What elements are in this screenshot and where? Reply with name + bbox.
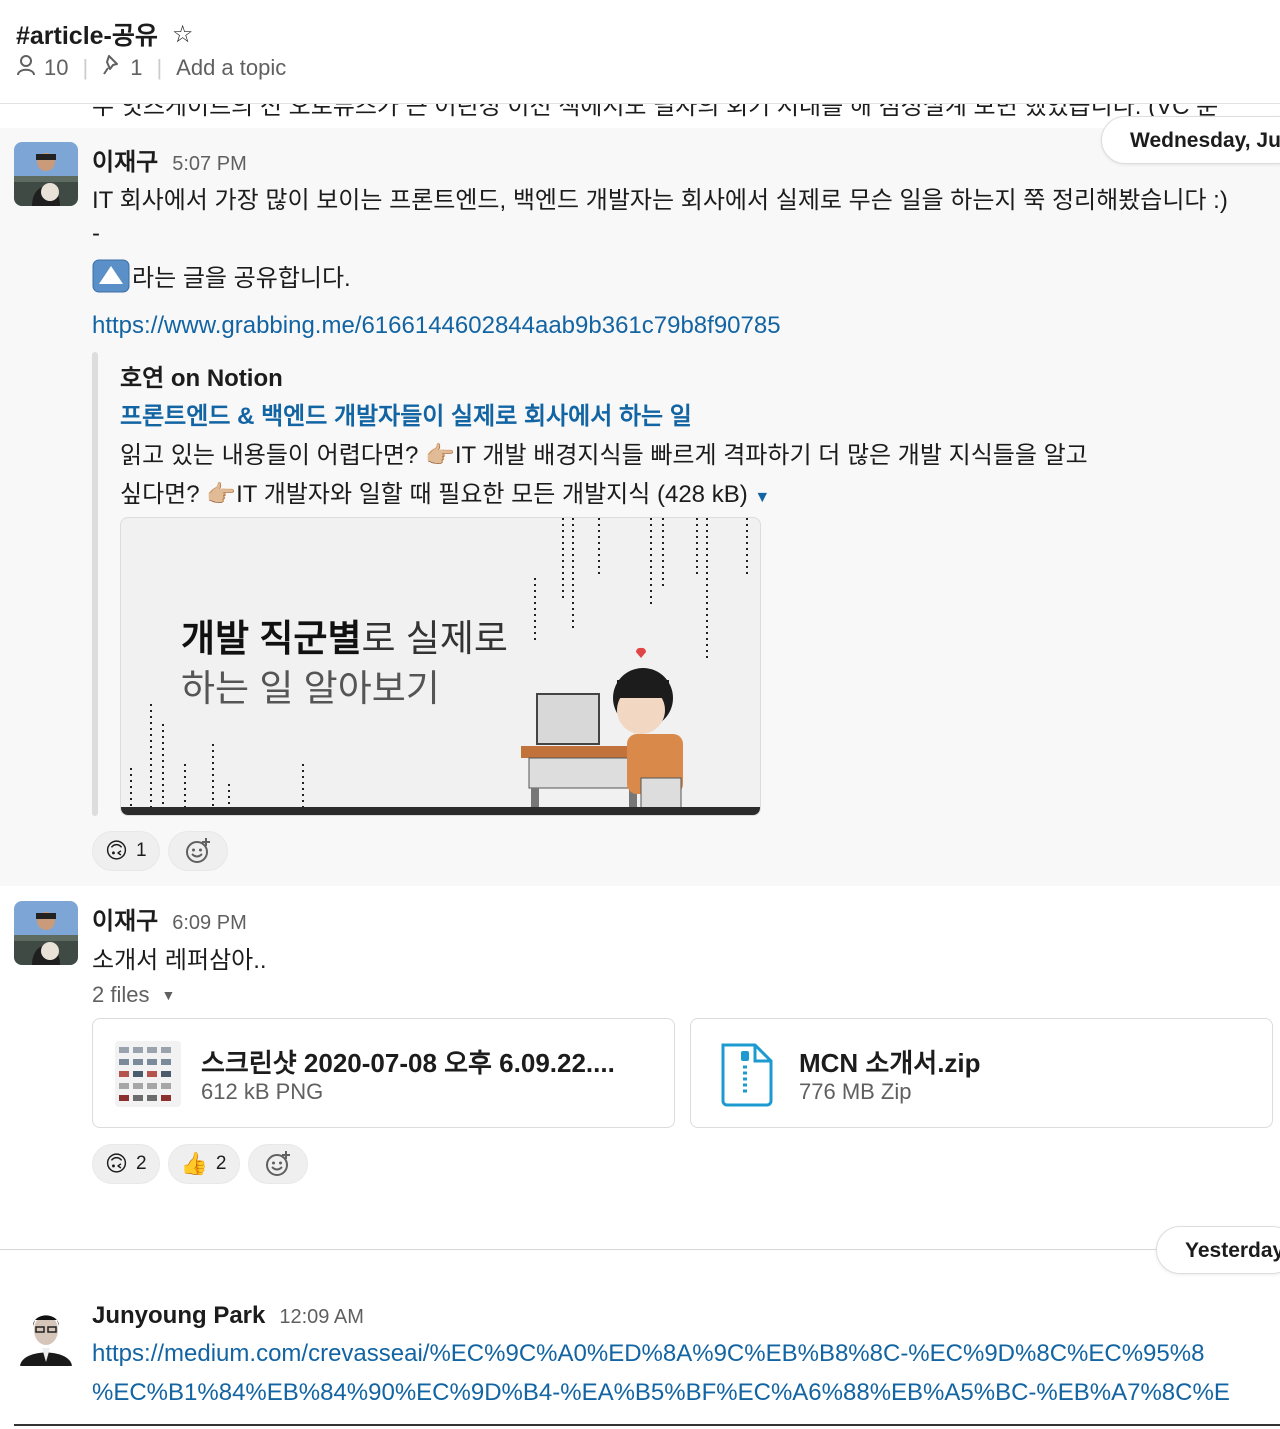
timestamp[interactable]: 6:09 PM [172,912,246,935]
member-icon[interactable] [16,54,36,82]
sender-name[interactable]: 이재구 [92,142,158,177]
preview-heading: 개발 직군별로 실제로 [181,618,508,659]
reaction-pill[interactable]: 👍 2 [167,1144,240,1184]
avatar[interactable] [14,901,78,965]
unfurl-desc-line: 읽고 있는 내용들이 어렵다면? 👉🏼IT 개발 배경지식들 빠르게 격파하기 … [120,442,1088,469]
unfurl-description: 읽고 있는 내용들이 어렵다면? 👉🏼IT 개발 배경지식들 빠르게 격파하기 … [120,436,1160,517]
timestamp[interactable]: 12:09 AM [279,1306,364,1329]
file-meta: 776 MB Zip [799,1079,912,1104]
pin-icon[interactable] [102,54,122,82]
channel-title[interactable]: #article-공유 ☆ [16,16,193,52]
reaction-count: 2 [215,1153,227,1174]
unfurl-desc-row: 싶다면? 👉🏼IT 개발자와 일할 때 필요한 모든 개발지식 (428 kB)… [120,475,1160,517]
message-text: 라는 글을 공유합니다. [132,265,351,292]
unfurl-site-name: 호연 on Notion [120,365,283,392]
unfurl-desc-line: 싶다면? 👉🏼IT 개발자와 일할 때 필요한 모든 개발지식 (428 kB) [120,481,748,508]
caret-down-icon: ▼ [161,987,176,1003]
message-text: - [92,220,100,247]
unfurl-preview-image[interactable]: 개발 직군별로 실제로 하는 일 알아보기 [120,517,761,816]
message-header: Junyoung Park 12:09 AM [92,1302,364,1330]
bottom-border [14,1424,1280,1426]
add-reaction-button[interactable] [167,831,228,871]
avatar[interactable] [14,1302,78,1366]
date-divider-line [0,1249,1280,1250]
zip-file-icon [713,1041,779,1107]
add-emoji-icon [265,1151,290,1176]
add-reaction-button[interactable] [247,1144,308,1184]
add-emoji-icon [185,838,210,863]
message-link[interactable]: %EC%B1%84%EB%84%90%EC%9D%B4-%EA%B5%BF%EC… [92,1379,1230,1407]
file-attachment[interactable]: MCN 소개서.zip 776 MB Zip [690,1018,1273,1128]
sender-name[interactable]: Junyoung Park [92,1302,265,1330]
message-link[interactable]: https://medium.com/crevasseai/%EC%9C%A0%… [92,1340,1204,1368]
upside-down-face-icon: 🙃 [105,1151,128,1176]
upside-down-face-icon: 🙃 [105,838,128,863]
file-meta: 612 kB PNG [201,1079,324,1104]
reaction-count: 1 [135,840,147,861]
channel-header: #article-공유 ☆ 10 | 1 | Add a topic [0,0,1280,104]
unfurl-title-link[interactable]: 프론트엔드 & 백엔드 개발자들이 실제로 회사에서 하는 일 [120,396,692,431]
file-name[interactable]: MCN 소개서.zip [799,1043,981,1080]
preview-subheading: 하는 일 알아보기 [181,668,440,709]
files-toggle[interactable]: 2 files ▼ [92,982,175,1008]
meta-divider: | [82,55,89,80]
file-attachment[interactable]: 스크린샷 2020-07-08 오후 6.09.22.... 612 kB PN… [92,1018,675,1128]
unfurl-bar [92,352,98,816]
timestamp[interactable]: 5:07 PM [172,153,246,176]
message-header: 이재구 5:07 PM [92,142,247,177]
caret-down-icon[interactable]: ▼ [754,489,770,506]
star-icon[interactable]: ☆ [172,20,194,49]
add-topic-link[interactable]: Add a topic [176,55,286,81]
date-divider-pill[interactable]: Wednesday, Ju [1101,116,1280,164]
message-header: 이재구 6:09 PM [92,901,247,936]
message-link[interactable]: https://www.grabbing.me/6166144602844aab… [92,312,781,340]
thumbs-up-icon: 👍 [180,1151,208,1176]
message-text: IT 회사에서 가장 많이 보이는 프론트엔드, 백엔드 개발자는 회사에서 실… [92,187,1228,214]
message-text-row: 라는 글을 공유합니다. [92,258,351,293]
reaction-bar: 🙃 1 [92,831,228,871]
image-thumbnail [115,1041,181,1107]
avatar[interactable] [14,142,78,206]
date-divider-pill[interactable]: Yesterday [1156,1226,1280,1274]
file-name[interactable]: 스크린샷 2020-07-08 오후 6.09.22.... [201,1043,615,1080]
files-count-label: 2 files [92,982,150,1007]
message-text: 소개서 레퍼삼아.. [92,947,267,974]
reaction-bar: 🙃 2 👍 2 [92,1144,308,1184]
up-arrow-icon [92,259,130,293]
channel-name[interactable]: #article-공유 [16,16,158,52]
reaction-pill[interactable]: 🙃 1 [92,831,160,871]
pin-count[interactable]: 1 [130,55,142,81]
member-count[interactable]: 10 [44,55,68,81]
meta-divider: | [156,55,163,80]
channel-meta: 10 | 1 | Add a topic [16,54,286,82]
preview-floor [121,807,760,815]
sender-name[interactable]: 이재구 [92,901,158,936]
reaction-count: 2 [135,1153,147,1174]
reaction-pill[interactable]: 🙃 2 [92,1144,160,1184]
